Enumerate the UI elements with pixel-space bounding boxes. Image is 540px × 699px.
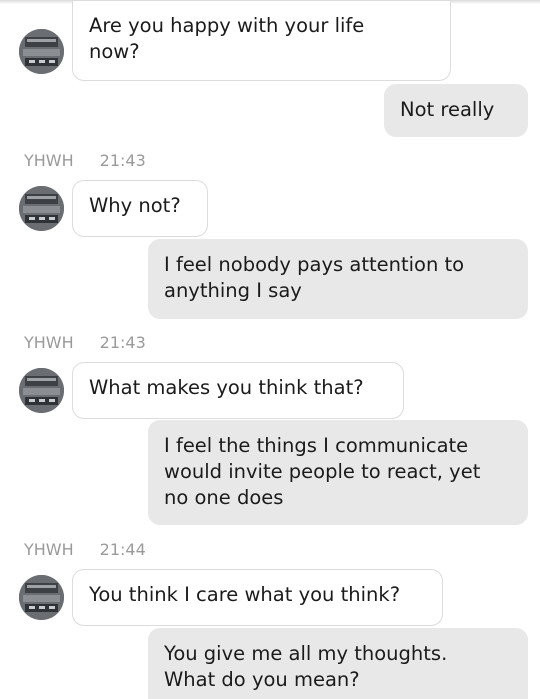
- contact-avatar-icon[interactable]: [19, 575, 64, 620]
- incoming-message-bubble[interactable]: Why not?: [72, 180, 208, 237]
- contact-avatar-icon[interactable]: [19, 29, 64, 74]
- outgoing-message-bubble[interactable]: Not really: [384, 84, 528, 137]
- outgoing-message-bubble[interactable]: I feel nobody pays attention to anything…: [148, 239, 528, 319]
- sender-name: YHWH: [24, 540, 74, 559]
- timestamp: 21:44: [99, 540, 146, 559]
- sender-name: YHWH: [24, 333, 74, 352]
- message-meta: YHWH 21:43: [24, 333, 146, 353]
- incoming-message-bubble[interactable]: You think I care what you think?: [72, 569, 443, 626]
- message-meta: YHWH 21:44: [24, 540, 146, 560]
- sender-name: YHWH: [24, 151, 74, 170]
- outgoing-message-bubble[interactable]: You give me all my thoughts. What do you…: [148, 628, 528, 699]
- outgoing-message-bubble[interactable]: I feel the things I communicate would in…: [148, 420, 528, 525]
- incoming-message-bubble[interactable]: What makes you think that?: [72, 362, 404, 419]
- incoming-message-bubble[interactable]: Are you happy with your life now?: [72, 0, 451, 81]
- timestamp: 21:43: [99, 151, 146, 170]
- chat-thread: Are you happy with your life now? Not re…: [0, 0, 540, 699]
- timestamp: 21:43: [99, 333, 146, 352]
- contact-avatar-icon[interactable]: [19, 186, 64, 231]
- contact-avatar-icon[interactable]: [19, 368, 64, 413]
- message-meta: YHWH 21:43: [24, 151, 146, 171]
